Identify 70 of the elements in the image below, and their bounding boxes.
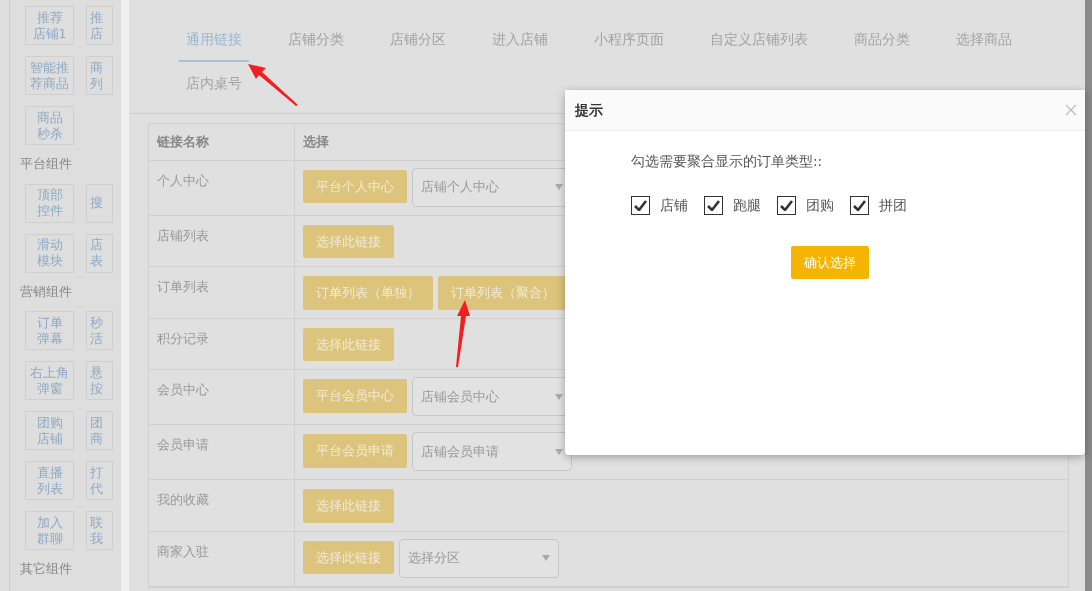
tab[interactable]: 店内桌号: [179, 68, 249, 106]
component-button[interactable]: 推 店: [86, 6, 113, 45]
component-button[interactable]: 团购 店铺: [25, 411, 74, 450]
link-name: 订单列表: [157, 279, 209, 294]
caret-icon: [555, 448, 563, 455]
component-button[interactable]: 滑动 模块: [25, 233, 74, 273]
scrollbar[interactable]: [1085, 0, 1092, 591]
option-label: 店铺: [660, 196, 688, 216]
tab[interactable]: 进入店铺: [485, 24, 555, 62]
select-link-button[interactable]: 平台会员申请: [303, 434, 407, 468]
tab[interactable]: 小程序页面: [587, 24, 671, 62]
select-link-button[interactable]: 选择此链接: [303, 489, 394, 523]
component-button[interactable]: 团 商: [86, 411, 113, 450]
caret-icon: [542, 555, 550, 561]
select-link-button[interactable]: 选择此链接: [303, 540, 394, 574]
component-button[interactable]: 店 表: [86, 233, 113, 273]
column-header: 链接名称: [157, 134, 209, 149]
link-name: 会员中心: [157, 382, 209, 397]
select-link-button[interactable]: 平台个人中心: [303, 169, 407, 203]
checkbox[interactable]: [850, 195, 869, 215]
link-name: 商家入驻: [157, 543, 209, 559]
section-heading: 营销组件: [20, 282, 73, 301]
annotation-arrow: [456, 300, 470, 367]
section-heading: 平台组件: [20, 155, 73, 173]
annotation-arrow: [248, 64, 298, 106]
component-button[interactable]: 商品 秒杀: [25, 106, 74, 145]
checkbox[interactable]: [631, 195, 650, 215]
tab[interactable]: 自定义店铺列表: [703, 24, 815, 62]
tab[interactable]: 店铺分类: [281, 24, 351, 62]
component-button[interactable]: 智能推 荐商品: [25, 56, 74, 95]
select-link-button[interactable]: 平台会员中心: [303, 379, 407, 413]
component-button[interactable]: 右上角 弹窗: [25, 361, 74, 400]
tab[interactable]: 商品分类: [847, 24, 917, 62]
confirm-button[interactable]: 确认选择: [791, 245, 869, 279]
select-link-button[interactable]: 选择此链接: [303, 327, 394, 361]
link-name: 我的收藏: [157, 492, 209, 507]
component-button[interactable]: 商 列: [86, 56, 113, 95]
tab[interactable]: 通用链接: [179, 24, 249, 62]
select-link-button[interactable]: 订单列表（聚合）: [438, 276, 568, 310]
dropdown[interactable]: 店铺会员申请: [412, 432, 572, 471]
section-heading: 其它组件: [20, 560, 73, 578]
tab[interactable]: 选择商品: [949, 24, 1019, 62]
component-button[interactable]: 秒 活: [86, 311, 113, 350]
option-label: 拼团: [879, 196, 907, 216]
caret-icon: [555, 393, 563, 400]
checkbox[interactable]: [704, 195, 723, 215]
select-link-button[interactable]: 订单列表（单独）: [303, 276, 433, 310]
select-link-button[interactable]: 选择此链接: [303, 224, 394, 258]
component-button[interactable]: 搜: [86, 183, 113, 223]
component-button[interactable]: 直播 列表: [25, 461, 74, 500]
caret-icon: [555, 184, 563, 190]
column-header: 选择: [303, 133, 329, 151]
link-name: 店铺列表: [157, 227, 209, 243]
component-button[interactable]: 打 代: [86, 461, 113, 500]
option-label: 跑腿: [733, 196, 761, 216]
component-button[interactable]: 悬 按: [86, 361, 113, 400]
component-button[interactable]: 顶部 控件: [25, 183, 74, 223]
link-name: 个人中心: [157, 172, 209, 188]
link-name: 积分记录: [157, 330, 209, 346]
component-button[interactable]: 订单 弹幕: [25, 311, 74, 350]
prompt-text: 勾选需要聚合显示的订单类型::: [631, 152, 824, 171]
component-button[interactable]: 联 我: [86, 511, 113, 550]
dialog-title: 提示: [575, 100, 603, 120]
component-button[interactable]: 加入 群聊: [25, 511, 74, 550]
option-label: 团购: [806, 196, 834, 216]
link-name: 会员申请: [157, 437, 209, 452]
checkbox[interactable]: [777, 195, 796, 215]
dropdown[interactable]: 选择分区: [399, 538, 559, 578]
component-button[interactable]: 推荐 店铺1: [25, 6, 74, 45]
tab[interactable]: 店铺分区: [383, 24, 453, 62]
